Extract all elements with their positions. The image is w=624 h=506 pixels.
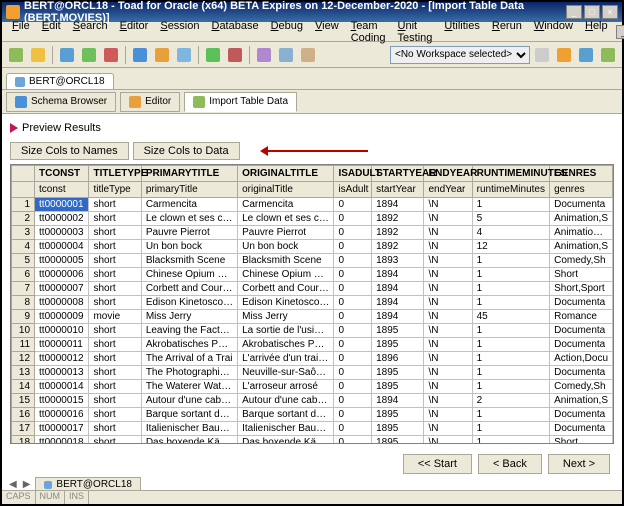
table-row[interactable]: 7tt0000007shortCorbett and CourtneCorbet…: [12, 282, 613, 296]
menu-session[interactable]: Session: [154, 18, 205, 46]
table-row[interactable]: 6tt0000006shortChinese Opium DenChinese …: [12, 268, 613, 282]
annotation-arrow-icon: [268, 150, 368, 152]
connection-tab[interactable]: BERT@ORCL18: [6, 73, 114, 89]
start-button[interactable]: << Start: [403, 454, 472, 474]
size-cols-names-button[interactable]: Size Cols to Names: [10, 142, 129, 160]
tabs-left-icon[interactable]: ◀: [6, 479, 20, 490]
preview-arrow-icon: [10, 123, 18, 133]
col-header-endyear[interactable]: ENDYEAR: [424, 166, 472, 182]
connection-tabs: BERT@ORCL18: [2, 68, 622, 90]
col-header-tconst[interactable]: tconst: [35, 182, 89, 198]
menu-team-coding[interactable]: Team Coding: [345, 18, 392, 46]
table-row[interactable]: 14tt0000014shortThe Waterer WatereL'arro…: [12, 380, 613, 394]
toolbar-sql-icon[interactable]: [152, 45, 172, 65]
table-row[interactable]: 10tt0000010shortLeaving the FactoryLa so…: [12, 324, 613, 338]
toolbar-misc3-icon[interactable]: [298, 45, 318, 65]
menu-file[interactable]: File: [6, 18, 36, 46]
toolbar-ws2-icon[interactable]: [554, 45, 574, 65]
menu-rerun[interactable]: Rerun: [486, 18, 528, 46]
toolbar-grid-icon[interactable]: [174, 45, 194, 65]
main-toolbar: <No Workspace selected>: [2, 42, 622, 68]
menu-editor[interactable]: Editor: [114, 18, 155, 46]
connection-tab-label: BERT@ORCL18: [29, 76, 105, 87]
col-header-runtimeminutes[interactable]: runtimeMinutes: [472, 182, 549, 198]
menu-database[interactable]: Database: [205, 18, 264, 46]
preview-label: Preview Results: [22, 122, 101, 134]
tabs-right-icon[interactable]: ▶: [20, 479, 34, 490]
col-header-isadult[interactable]: ISADULT: [334, 166, 372, 182]
toolbar-open-icon[interactable]: [28, 45, 48, 65]
toolbar-rollback-icon[interactable]: [101, 45, 121, 65]
table-row[interactable]: 13tt0000013shortThe Photographical CNeuv…: [12, 366, 613, 380]
menu-debug[interactable]: Debug: [265, 18, 309, 46]
col-header-originaltitle[interactable]: originalTitle: [238, 182, 334, 198]
toolbar-run-icon[interactable]: [203, 45, 223, 65]
menu-unit-testing[interactable]: Unit Testing: [392, 18, 439, 46]
table-row[interactable]: 4tt0000004shortUn bon bockUn bon bock018…: [12, 240, 613, 254]
toolbar-misc1-icon[interactable]: [254, 45, 274, 65]
content-area: Preview Results Size Cols to Names Size …: [2, 114, 622, 452]
menu-search[interactable]: Search: [67, 18, 114, 46]
col-header-runtimeminutes[interactable]: RUNTIMEMINUTES: [472, 166, 549, 182]
wizard-nav: << Start < Back Next >: [403, 454, 610, 474]
menu-window[interactable]: Window: [528, 18, 579, 46]
status-num: NUM: [36, 491, 66, 504]
col-header-originaltitle[interactable]: ORIGINALTITLE: [238, 166, 334, 182]
menu-view[interactable]: View: [309, 18, 345, 46]
statusbar: CAPS NUM INS: [2, 490, 622, 504]
toolbar-ws4-icon[interactable]: [598, 45, 618, 65]
table-row[interactable]: 3tt0000003shortPauvre PierrotPauvre Pier…: [12, 226, 613, 240]
size-cols-data-button[interactable]: Size Cols to Data: [133, 142, 240, 160]
toolbar-new-icon[interactable]: [6, 45, 26, 65]
toolbar-session-icon[interactable]: [57, 45, 77, 65]
toolbar-stop-icon[interactable]: [225, 45, 245, 65]
toolbar-db-icon[interactable]: [130, 45, 150, 65]
menu-help[interactable]: Help: [579, 18, 614, 46]
doc-tab-import-table-data[interactable]: Import Table Data: [184, 92, 297, 112]
status-ins: INS: [65, 491, 89, 504]
menubar: FileEditSearchEditorSessionDatabaseDebug…: [2, 22, 622, 42]
col-header-startyear[interactable]: STARTYEAR: [372, 166, 424, 182]
menu-edit[interactable]: Edit: [36, 18, 67, 46]
back-button[interactable]: < Back: [478, 454, 542, 474]
toolbar-commit-icon[interactable]: [79, 45, 99, 65]
col-header-genres[interactable]: genres: [550, 182, 613, 198]
menu-utilities[interactable]: Utilities: [438, 18, 485, 46]
table-row[interactable]: 15tt0000015shortAutour d'une cabineAutou…: [12, 394, 613, 408]
col-header-primarytitle[interactable]: PRIMARYTITLE: [141, 166, 237, 182]
toolbar-ws3-icon[interactable]: [576, 45, 596, 65]
col-header-primarytitle[interactable]: primaryTitle: [141, 182, 237, 198]
next-button[interactable]: Next >: [548, 454, 610, 474]
col-header-isadult[interactable]: isAdult: [334, 182, 372, 198]
mdi-minimize-button[interactable]: _: [616, 25, 624, 39]
document-tabs: Schema BrowserEditorImport Table Data: [2, 90, 622, 114]
table-row[interactable]: 9tt0000009movieMiss JerryMiss Jerry01894…: [12, 310, 613, 324]
col-header-genres[interactable]: GENRES: [550, 166, 613, 182]
col-header-tconst[interactable]: TCONST: [35, 166, 89, 182]
col-header-titletype[interactable]: TITLETYPE: [89, 166, 141, 182]
col-header-startyear[interactable]: startYear: [372, 182, 424, 198]
doc-tab-editor[interactable]: Editor: [120, 92, 180, 112]
col-header-titletype[interactable]: titleType: [89, 182, 141, 198]
workspace-select[interactable]: <No Workspace selected>: [390, 46, 530, 64]
table-row[interactable]: 16tt0000016shortBarque sortant du poBarq…: [12, 408, 613, 422]
table-row[interactable]: 5tt0000005shortBlacksmith SceneBlacksmit…: [12, 254, 613, 268]
col-header-endyear[interactable]: endYear: [424, 182, 472, 198]
status-caps: CAPS: [2, 491, 36, 504]
table-row[interactable]: 11tt0000011shortAkrobatisches PotpoAkrob…: [12, 338, 613, 352]
table-row[interactable]: 17tt0000017shortItalienischer BauerntIta…: [12, 422, 613, 436]
doc-tab-schema-browser[interactable]: Schema Browser: [6, 92, 116, 112]
table-row[interactable]: 12tt0000012shortThe Arrival of a TraiL'a…: [12, 352, 613, 366]
toolbar-ws1-icon[interactable]: [532, 45, 552, 65]
data-grid[interactable]: TCONSTTITLETYPEPRIMARYTITLEORIGINALTITLE…: [10, 164, 614, 444]
table-row[interactable]: 1tt0000001shortCarmencitaCarmencita01894…: [12, 198, 613, 212]
table-row[interactable]: 2tt0000002shortLe clown et ses chienLe c…: [12, 212, 613, 226]
table-row[interactable]: 18tt0000018shortDas boxende KängurDas bo…: [12, 436, 613, 445]
toolbar-misc2-icon[interactable]: [276, 45, 296, 65]
table-row[interactable]: 8tt0000008shortEdison Kinetoscopic FEdis…: [12, 296, 613, 310]
